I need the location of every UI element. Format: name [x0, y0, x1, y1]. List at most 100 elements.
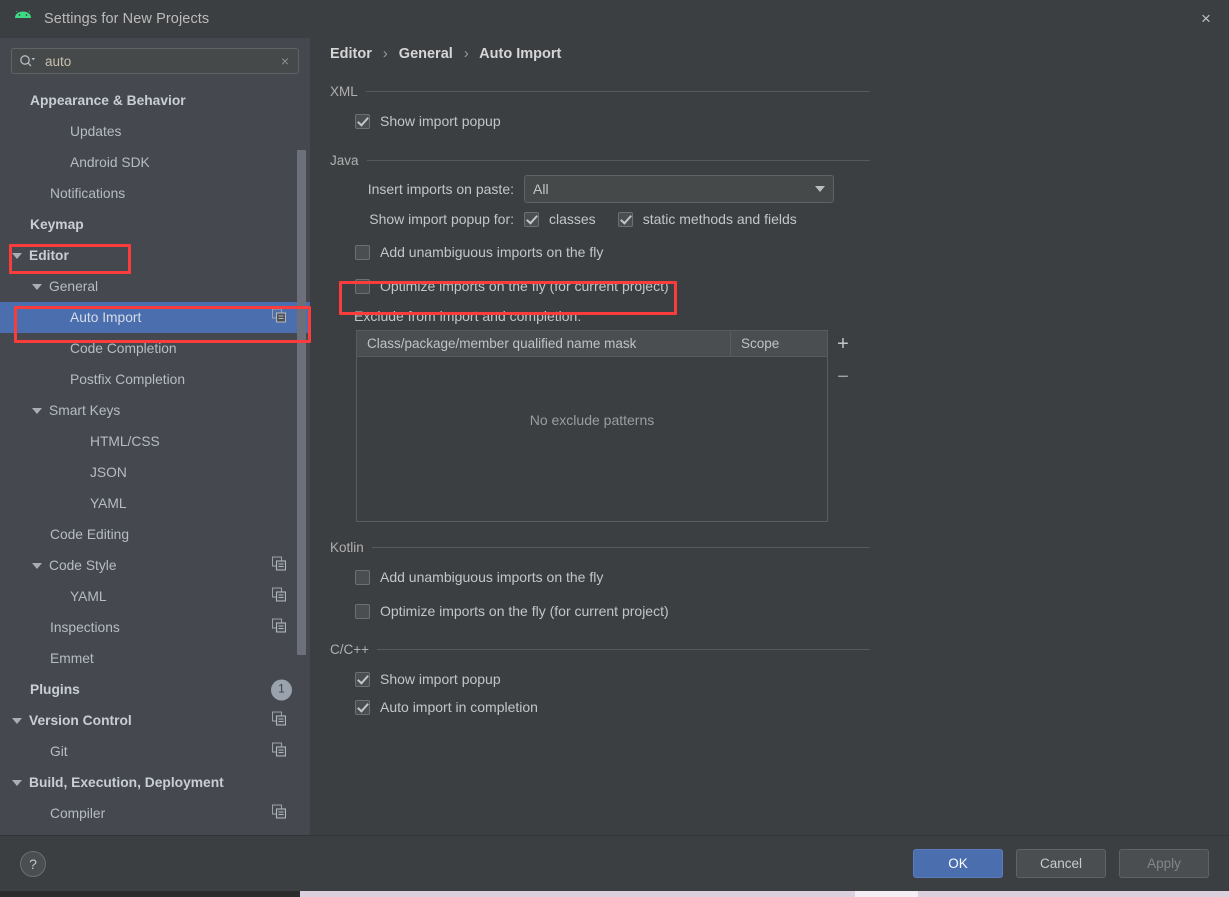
checkbox-box[interactable]: [355, 699, 370, 715]
sidebar-item-label: Build, Execution, Deployment: [29, 775, 224, 790]
search-input[interactable]: auto ×: [11, 48, 299, 74]
chevron-down-icon[interactable]: [32, 407, 42, 414]
sidebar-item-code-style[interactable]: Code Style: [0, 550, 310, 581]
sidebar-item-label: Updates: [70, 124, 122, 139]
exclude-table[interactable]: Class/package/member qualified name mask…: [356, 330, 828, 522]
checkbox-java-add-unambiguous[interactable]: Add unambiguous imports on the fly: [355, 238, 1229, 266]
checkbox-kotlin-optimize-imports[interactable]: Optimize imports on the fly (for current…: [355, 597, 1229, 625]
clear-search-icon[interactable]: ×: [279, 53, 291, 69]
breadcrumb-separator: ›: [382, 46, 388, 62]
sidebar-item-build-execution-deployment[interactable]: Build, Execution, Deployment: [0, 767, 310, 798]
apply-button[interactable]: Apply: [1119, 849, 1209, 878]
sidebar-item-version-control[interactable]: Version Control: [0, 705, 310, 736]
copy-pages-icon[interactable]: [271, 555, 287, 575]
checkbox-box[interactable]: [355, 603, 370, 619]
help-button[interactable]: ?: [20, 850, 46, 877]
checkbox-classes-label: classes: [549, 211, 596, 227]
copy-pages-icon[interactable]: [271, 710, 287, 730]
sidebar-item-inspections[interactable]: Inspections: [0, 612, 310, 643]
checkbox-label: Optimize imports on the fly (for current…: [380, 278, 669, 294]
insert-imports-select[interactable]: All: [524, 175, 834, 203]
section-kotlin: Kotlin Add unambiguous imports on the fl…: [330, 540, 1229, 625]
title-bar: Settings for New Projects ×: [0, 0, 1229, 38]
checkbox-java-optimize-imports[interactable]: Optimize imports on the fly (for current…: [355, 272, 1229, 300]
insert-imports-value: All: [533, 181, 549, 197]
chevron-down-icon[interactable]: [12, 252, 22, 259]
copy-pages-icon[interactable]: [271, 586, 287, 606]
divider: [377, 649, 870, 650]
sidebar-item-emmet[interactable]: Emmet: [0, 643, 310, 674]
sidebar-item-git[interactable]: Git: [0, 736, 310, 767]
breadcrumb-separator: ›: [463, 46, 469, 62]
sidebar-item-notifications[interactable]: Notifications: [0, 178, 310, 209]
sidebar-item-code-completion[interactable]: Code Completion: [0, 333, 310, 364]
checkbox-classes-box[interactable]: [524, 211, 539, 227]
sidebar-item-label: Code Completion: [70, 341, 177, 356]
close-icon[interactable]: ×: [1183, 0, 1229, 38]
sidebar-item-label: Auto Import: [70, 310, 142, 325]
footer-buttons: OK Cancel Apply: [913, 849, 1209, 878]
sidebar-item-plugins[interactable]: Plugins 1: [0, 674, 310, 705]
cancel-button[interactable]: Cancel: [1016, 849, 1106, 878]
sidebar-item-html-css[interactable]: HTML/CSS: [0, 426, 310, 457]
chevron-down-icon[interactable]: [32, 283, 42, 290]
table-empty-message: No exclude patterns: [529, 412, 655, 428]
chevron-down-icon[interactable]: [32, 562, 42, 569]
sidebar-scrollbar[interactable]: [297, 150, 306, 655]
ok-button[interactable]: OK: [913, 849, 1003, 878]
copy-pages-icon[interactable]: [271, 803, 287, 823]
copy-pages-icon[interactable]: [271, 741, 287, 761]
plugins-count-badge: 1: [271, 679, 292, 700]
column-header-scope[interactable]: Scope: [731, 331, 827, 356]
sidebar-item-editor[interactable]: Editor: [0, 240, 310, 271]
checkbox-xml-show-import-popup[interactable]: Show import popup: [355, 107, 1229, 135]
breadcrumb-part-2: Auto Import: [479, 46, 562, 62]
sidebar-item-label: Version Control: [29, 713, 132, 728]
checkbox-cpp-show-import-popup[interactable]: Show import popup: [355, 665, 1229, 693]
column-header-mask[interactable]: Class/package/member qualified name mask: [357, 331, 731, 356]
section-java: Java Insert imports on paste: All Show i…: [330, 153, 1229, 522]
insert-imports-label: Insert imports on paste:: [367, 181, 514, 197]
checkbox-label: Add unambiguous imports on the fly: [380, 569, 604, 585]
checkbox-box[interactable]: [355, 113, 370, 129]
remove-pattern-button[interactable]: −: [837, 367, 849, 387]
checkbox-box[interactable]: [355, 569, 370, 585]
sidebar-item-auto-import[interactable]: Auto Import: [0, 302, 310, 333]
sidebar-item-general[interactable]: General: [0, 271, 310, 302]
breadcrumb-part-1: General: [398, 46, 453, 62]
chevron-down-icon[interactable]: [12, 779, 22, 786]
search-area: auto ×: [0, 38, 310, 74]
sidebar-item-appearance-behavior[interactable]: Appearance & Behavior: [0, 85, 310, 116]
sidebar-item-android-sdk[interactable]: Android SDK: [0, 147, 310, 178]
checkbox-box[interactable]: [355, 671, 370, 687]
checkbox-box[interactable]: [355, 244, 370, 260]
copy-pages-icon[interactable]: [271, 307, 287, 327]
sidebar-item-updates[interactable]: Updates: [0, 116, 310, 147]
sidebar-item-compiler[interactable]: Compiler: [0, 798, 310, 829]
section-java-title: Java: [330, 153, 359, 168]
checkbox-cpp-auto-import-completion[interactable]: Auto import in completion: [355, 693, 1229, 721]
sidebar-item-label: Android SDK: [70, 155, 150, 170]
sidebar-item-smart-keys[interactable]: Smart Keys: [0, 395, 310, 426]
chevron-down-icon: [815, 186, 825, 192]
checkbox-kotlin-add-unambiguous[interactable]: Add unambiguous imports on the fly: [355, 563, 1229, 591]
sidebar-item-yaml[interactable]: YAML: [0, 488, 310, 519]
section-java-header: Java: [330, 153, 870, 168]
exclude-label: Exclude from import and completion:: [354, 308, 582, 324]
chevron-down-icon[interactable]: [12, 717, 22, 724]
copy-pages-icon[interactable]: [271, 617, 287, 637]
sidebar-item-postfix-completion[interactable]: Postfix Completion: [0, 364, 310, 395]
sidebar-item-label: HTML/CSS: [90, 434, 160, 449]
sidebar-item-label: Code Style: [49, 558, 117, 573]
section-cpp-header: C/C++: [330, 642, 870, 657]
sidebar-item-yaml[interactable]: YAML: [0, 581, 310, 612]
sidebar-item-keymap[interactable]: Keymap: [0, 209, 310, 240]
section-cpp: C/C++ Show import popup Auto import in c…: [330, 642, 1229, 721]
add-pattern-button[interactable]: +: [837, 334, 849, 354]
exclude-table-wrap: Class/package/member qualified name mask…: [356, 330, 1229, 522]
sidebar-item-code-editing[interactable]: Code Editing: [0, 519, 310, 550]
sidebar-item-json[interactable]: JSON: [0, 457, 310, 488]
checkbox-box[interactable]: [355, 278, 370, 294]
checkbox-static-methods-box[interactable]: [617, 211, 633, 227]
sidebar-item-label: YAML: [90, 496, 127, 511]
